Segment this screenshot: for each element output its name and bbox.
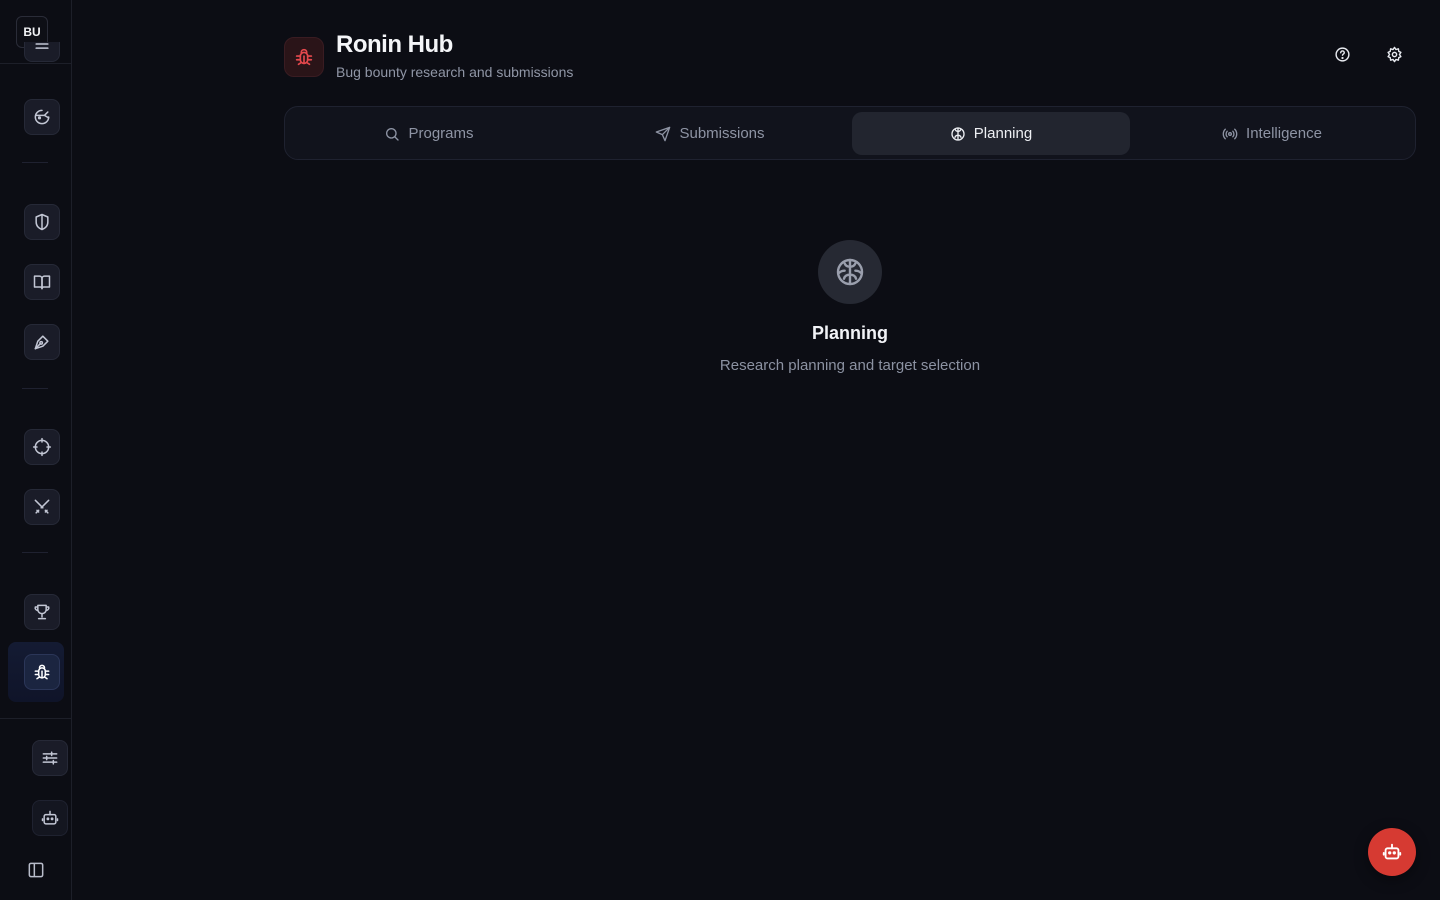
bug-icon bbox=[34, 664, 50, 680]
search-icon bbox=[386, 127, 400, 141]
sidebar: BU bbox=[0, 0, 72, 900]
panel-left-icon[interactable] bbox=[25, 859, 47, 881]
brain-icon bbox=[836, 258, 864, 286]
bot-icon bbox=[41, 810, 59, 825]
tab-label: Planning bbox=[973, 125, 1033, 142]
tab-bar: Programs Submissions Planning Intelligen… bbox=[284, 106, 1416, 160]
help-icon bbox=[1334, 46, 1350, 62]
tab-label: Submissions bbox=[679, 125, 765, 142]
settings-sliders-button[interactable] bbox=[32, 740, 68, 776]
send-icon bbox=[656, 126, 671, 141]
gear-icon bbox=[1386, 46, 1402, 62]
hub-logo bbox=[284, 37, 324, 77]
tab-label: Intelligence bbox=[1246, 125, 1322, 142]
tab-label: Programs bbox=[408, 125, 474, 142]
nav-item-bug-bounty-active[interactable] bbox=[8, 642, 64, 702]
radio-icon bbox=[1222, 128, 1238, 139]
settings-sliders-icon bbox=[42, 751, 58, 765]
ninja-icon bbox=[34, 109, 50, 125]
assistant-fab[interactable] bbox=[1368, 828, 1416, 876]
nav-item-pentest[interactable] bbox=[24, 324, 60, 360]
list-icon bbox=[35, 43, 49, 49]
brain-icon bbox=[951, 126, 965, 141]
crosshair-icon bbox=[32, 437, 52, 457]
bot-icon bbox=[1382, 843, 1402, 860]
tab-submissions[interactable]: Submissions bbox=[571, 112, 849, 155]
tab-planning[interactable]: Planning bbox=[852, 112, 1130, 155]
empty-state-description: Research planning and target selection bbox=[719, 357, 981, 374]
divider bbox=[22, 388, 48, 389]
nav-item-docs[interactable] bbox=[24, 264, 60, 300]
help-button[interactable] bbox=[1328, 40, 1356, 68]
nav-item-attack[interactable] bbox=[24, 489, 60, 525]
trophy-icon bbox=[34, 604, 50, 620]
shield-icon bbox=[35, 213, 49, 231]
nav-item-security[interactable] bbox=[24, 204, 60, 240]
pen-tool-icon bbox=[34, 335, 49, 350]
sidebar-scroll-peek bbox=[24, 42, 60, 62]
swords-icon bbox=[34, 499, 50, 514]
nav-item-recon[interactable] bbox=[24, 429, 60, 465]
divider bbox=[0, 63, 72, 64]
nav-item-bug-bounty[interactable] bbox=[24, 654, 60, 690]
divider bbox=[22, 552, 48, 553]
assistant-button[interactable] bbox=[32, 800, 68, 836]
nav-item-achievements[interactable] bbox=[24, 594, 60, 630]
divider bbox=[22, 162, 48, 163]
page-subtitle: Bug bounty research and submissions bbox=[336, 64, 574, 80]
book-icon bbox=[33, 275, 51, 290]
empty-state-title: Planning bbox=[812, 323, 888, 343]
divider bbox=[0, 718, 72, 719]
settings-button[interactable] bbox=[1380, 40, 1408, 68]
nav-item-partial[interactable] bbox=[24, 42, 60, 62]
tab-intelligence[interactable]: Intelligence bbox=[1133, 112, 1411, 155]
page-title: Ronin Hub bbox=[336, 31, 453, 58]
tab-programs[interactable]: Programs bbox=[290, 112, 568, 155]
empty-state-brain-icon bbox=[818, 240, 882, 304]
bug-icon bbox=[295, 48, 313, 66]
nav-item-ninja[interactable] bbox=[24, 99, 60, 135]
